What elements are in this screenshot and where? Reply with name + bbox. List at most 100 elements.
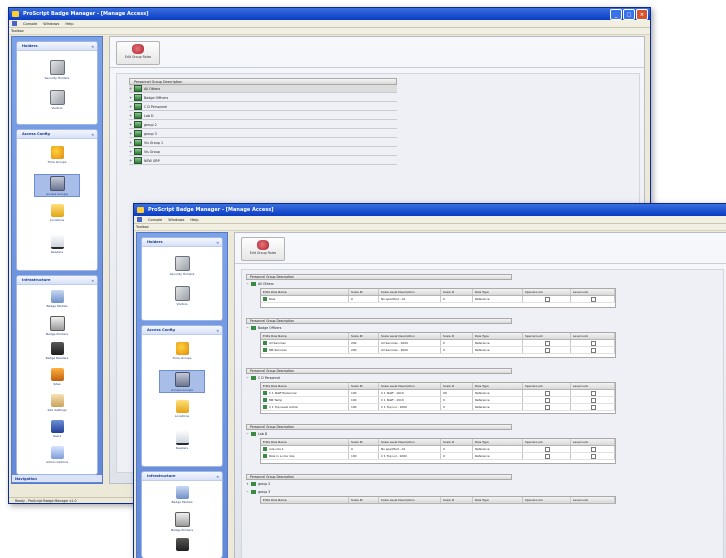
menu-help[interactable]: Help: [190, 218, 198, 222]
nav-visitors[interactable]: Visitors: [38, 90, 76, 110]
visitor-icon: [49, 90, 65, 105]
nav-readers[interactable]: Readers: [38, 234, 76, 254]
nav-badge-readers[interactable]: Badge Readers: [38, 342, 76, 360]
tree-row[interactable]: + C D Personnel: [129, 103, 397, 111]
tree-row[interactable]: + group 2: [129, 121, 397, 129]
level-lock-checkbox[interactable]: [571, 397, 615, 403]
collapse-icon[interactable]: «: [216, 474, 219, 479]
group-row[interactable]: − Lab D: [246, 430, 512, 437]
panel-header[interactable]: Holders «: [17, 42, 97, 51]
nav-badge-printers[interactable]: Badge Printers: [163, 512, 201, 532]
nav-admin-options[interactable]: Admin Options: [38, 446, 76, 464]
collapse-icon[interactable]: «: [91, 278, 94, 283]
collapse-icon[interactable]: «: [216, 328, 219, 333]
special-lock-checkbox[interactable]: [523, 390, 571, 396]
menu-windows[interactable]: Windows: [43, 22, 59, 26]
level-lock-checkbox[interactable]: [571, 404, 615, 410]
special-lock-checkbox[interactable]: [523, 446, 571, 452]
panel-infrastructure: Infrastructure « Badge Models Badge Print…: [141, 471, 223, 558]
group-row[interactable]: + group 2: [246, 480, 512, 487]
menu-windows[interactable]: Windows: [168, 218, 184, 222]
toolbar-divider: [110, 67, 644, 68]
table-row[interactable]: MR Services 200 All Services - 2000 0 Refere…: [261, 347, 615, 354]
level-lock-checkbox[interactable]: [571, 340, 615, 346]
menu-console[interactable]: Console: [148, 218, 162, 222]
group-row[interactable]: − group 3: [246, 488, 512, 495]
panel-header[interactable]: Infrastructure «: [17, 276, 97, 285]
tree-row[interactable]: + Vis Group 1: [129, 139, 397, 147]
special-lock-checkbox[interactable]: [523, 296, 571, 302]
panel-header[interactable]: Holders «: [142, 238, 222, 247]
nav-access-groups[interactable]: Access Groups: [34, 174, 80, 197]
table-row[interactable]: C 1 Top Level Admin 100 C 1 Top Lvl - 1000…: [261, 404, 615, 411]
toolbar-divider: [235, 263, 726, 264]
nav-visitors[interactable]: Visitors: [163, 286, 201, 306]
tree-row[interactable]: + Badge Officers: [129, 94, 397, 102]
level-lock-checkbox[interactable]: [571, 453, 615, 459]
special-lock-checkbox[interactable]: [523, 404, 571, 410]
nav-readers[interactable]: Readers: [163, 430, 201, 450]
edit-group-roles-button[interactable]: Edit Group Roles: [241, 237, 285, 261]
location-icon: [50, 204, 64, 217]
nav-sites[interactable]: Sites: [38, 368, 76, 386]
window-controls: _ □ ×: [610, 9, 648, 20]
panel-header[interactable]: Access Config «: [142, 326, 222, 335]
table-row[interactable]: MR Temp 100 C 1 Staff - 1010 0 Reference: [261, 397, 615, 404]
nav-security-holders[interactable]: Security Holders: [163, 256, 201, 276]
level-lock-checkbox[interactable]: [571, 390, 615, 396]
nav-locations[interactable]: Locations: [163, 400, 201, 418]
nav-badge-printers[interactable]: Badge Printers: [38, 316, 76, 336]
collapse-icon[interactable]: «: [91, 44, 94, 49]
menu-console[interactable]: Console: [23, 22, 37, 26]
tree-row[interactable]: + NEW GRP: [129, 157, 397, 165]
edit-roles-icon: [257, 240, 269, 250]
menu-help[interactable]: Help: [65, 22, 73, 26]
nav-badge-readers[interactable]: [163, 538, 201, 552]
nav-time-groups[interactable]: Time Groups: [38, 146, 76, 164]
nav-badge-models[interactable]: Badge Models: [38, 290, 76, 308]
special-lock-checkbox[interactable]: [523, 340, 571, 346]
panel-header[interactable]: Infrastructure «: [142, 472, 222, 481]
nav-users[interactable]: Users: [38, 420, 76, 438]
access-icon: [49, 176, 65, 191]
maximize-icon[interactable]: □: [623, 9, 635, 20]
group-detail-grid: Personnel Group Description − All Others …: [241, 269, 724, 558]
window-title: ProScript Badge Manager - [Manage Access…: [148, 207, 274, 213]
close-icon[interactable]: ×: [636, 9, 648, 20]
back-window-titlebar[interactable]: ProScript Badge Manager - [Manage Access…: [9, 8, 650, 20]
panel-header[interactable]: Access Config «: [17, 130, 97, 139]
table-row[interactable]: Role in a role role 100 C 1 Top Lvl - 1000…: [261, 453, 615, 460]
nav-site-settings[interactable]: Site Settings: [38, 394, 76, 412]
special-lock-checkbox[interactable]: [523, 347, 571, 353]
nav-badge-models[interactable]: Badge Models: [163, 486, 201, 504]
special-lock-checkbox[interactable]: [523, 453, 571, 459]
group-row[interactable]: − All Others: [246, 280, 512, 287]
table-row[interactable]: Role 0 No specified - All 0 Reference: [261, 296, 615, 303]
level-lock-checkbox[interactable]: [571, 446, 615, 452]
tree-row[interactable]: + group 3: [129, 130, 397, 138]
collapse-icon[interactable]: «: [91, 132, 94, 137]
table-row[interactable]: role role 1 0 No specified - All 0 Reference: [261, 446, 615, 453]
front-window-titlebar[interactable]: ProScript Badge Manager - [Manage Access…: [134, 204, 726, 216]
nav-access-groups[interactable]: Access Groups: [159, 370, 205, 393]
tree-column-header[interactable]: Personnel Group Description: [129, 78, 397, 85]
group-row[interactable]: − C D Personnel: [246, 374, 512, 381]
nav-time-groups[interactable]: Time Groups: [163, 342, 201, 360]
level-lock-checkbox[interactable]: [571, 347, 615, 353]
table-row[interactable]: All Services 200 All Services - 2000 0 Refer…: [261, 340, 615, 347]
group-icon: [134, 121, 142, 128]
collapse-icon[interactable]: «: [216, 240, 219, 245]
role-icon: [263, 341, 267, 345]
nav-locations[interactable]: Locations: [38, 204, 76, 222]
level-lock-checkbox[interactable]: [571, 296, 615, 302]
panel-infrastructure: Infrastructure « Badge Models Badge Print…: [16, 275, 98, 475]
group-row[interactable]: − Badge Officers: [246, 324, 512, 331]
edit-group-roles-button[interactable]: Edit Group Roles: [116, 41, 160, 65]
tree-row[interactable]: + Vis Group: [129, 148, 397, 156]
tree-row[interactable]: + All Others: [129, 85, 397, 93]
minimize-icon[interactable]: _: [610, 9, 622, 20]
special-lock-checkbox[interactable]: [523, 397, 571, 403]
tree-row[interactable]: + Lab D: [129, 112, 397, 120]
nav-security-holders[interactable]: Security Holders: [38, 60, 76, 80]
table-row[interactable]: C 1 Staff Personnel 100 C 1 Staff - 1010 99…: [261, 390, 615, 397]
